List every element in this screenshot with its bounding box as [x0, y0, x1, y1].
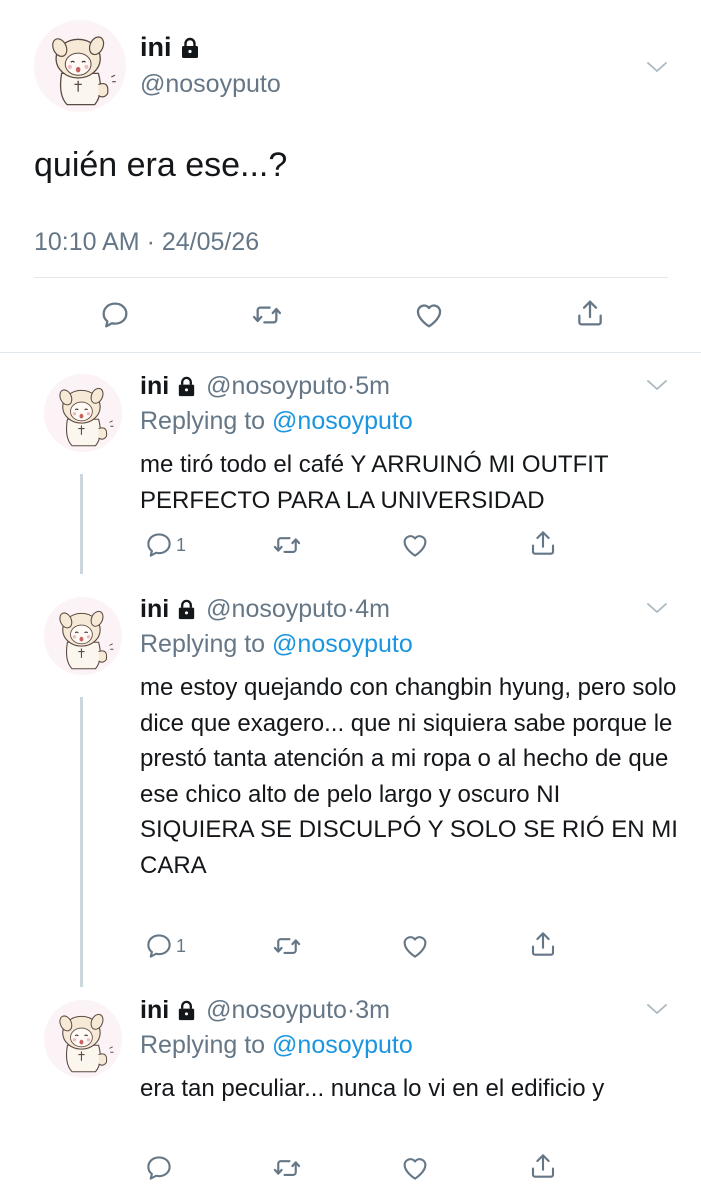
avatar[interactable] [44, 1000, 122, 1078]
retweet-icon [272, 931, 302, 961]
share-icon [574, 297, 606, 329]
like-icon [400, 530, 430, 560]
retweet-icon [272, 530, 302, 560]
replying-to-handle[interactable]: @nosoyputo [272, 1031, 413, 1059]
divider [34, 277, 668, 278]
relative-time[interactable]: 3m [355, 996, 390, 1025]
like-button[interactable] [400, 530, 430, 560]
thread-line [80, 474, 83, 574]
share-icon [528, 1151, 558, 1181]
replying-to-label: Replying to [140, 1031, 266, 1059]
author-row: ini [140, 32, 202, 63]
reply-icon [144, 530, 174, 560]
replying-to: Replying to @nosoyputo [140, 1031, 413, 1060]
share-icon [528, 929, 558, 959]
relative-time[interactable]: 4m [355, 595, 390, 624]
lock-icon [178, 36, 202, 60]
share-button[interactable] [528, 929, 558, 959]
chevron-down-icon[interactable] [646, 601, 668, 615]
reply-icon [99, 299, 131, 331]
separator: · [346, 372, 356, 400]
lock-icon [175, 598, 198, 621]
share-button[interactable] [528, 1151, 558, 1181]
tweet-text: quién era ese...? [34, 146, 288, 184]
separator: · [346, 595, 356, 623]
tweet-text: me estoy quejando con changbin hyung, pe… [140, 674, 678, 879]
tweet-timestamp[interactable]: 10:10 AM · 24/05/26 [34, 228, 259, 257]
display-name[interactable]: ini [140, 595, 169, 624]
divider [0, 352, 701, 353]
author-row: ini @nosoyputo · 5m [140, 372, 390, 401]
like-icon [400, 931, 430, 961]
lock-icon [175, 375, 198, 398]
replying-to-label: Replying to [140, 407, 266, 435]
display-name[interactable]: ini [140, 996, 169, 1025]
relative-time[interactable]: 5m [355, 372, 390, 401]
chevron-down-icon[interactable] [646, 60, 668, 74]
lock-icon [175, 999, 198, 1022]
reply-button[interactable]: 1 [144, 931, 186, 961]
author-row: ini @nosoyputo · 3m [140, 996, 390, 1025]
share-button[interactable] [574, 297, 606, 329]
reply-count: 1 [176, 534, 187, 555]
like-icon [413, 299, 445, 331]
handle[interactable]: @nosoyputo [206, 595, 347, 624]
like-button[interactable] [400, 931, 430, 961]
handle[interactable]: @nosoyputo [140, 70, 281, 99]
chevron-down-icon[interactable] [646, 1002, 668, 1016]
retweet-button[interactable] [251, 299, 283, 331]
replying-to-handle[interactable]: @nosoyputo [272, 630, 413, 658]
retweet-icon [251, 299, 283, 331]
avatar[interactable] [44, 374, 122, 452]
share-button[interactable] [528, 528, 558, 558]
retweet-button[interactable] [272, 1153, 302, 1183]
tweet-text: era tan peculiar... nunca lo vi en el ed… [140, 1075, 605, 1102]
like-button[interactable] [400, 1153, 430, 1183]
separator: · [346, 996, 356, 1024]
reply-count: 1 [176, 935, 187, 956]
reply-icon [144, 1153, 174, 1183]
avatar[interactable] [34, 20, 126, 112]
retweet-button[interactable] [272, 530, 302, 560]
replying-to: Replying to @nosoyputo [140, 407, 413, 436]
replying-to-handle[interactable]: @nosoyputo [272, 407, 413, 435]
thread-line [80, 697, 83, 987]
display-name[interactable]: ini [140, 32, 172, 63]
avatar[interactable] [44, 597, 122, 675]
retweet-icon [272, 1153, 302, 1183]
display-name[interactable]: ini [140, 372, 169, 401]
like-icon [400, 1153, 430, 1183]
chevron-down-icon[interactable] [646, 378, 668, 392]
share-icon [528, 528, 558, 558]
reply-icon [144, 931, 174, 961]
author-row: ini @nosoyputo · 4m [140, 595, 390, 624]
replying-to: Replying to @nosoyputo [140, 630, 413, 659]
reply-button[interactable]: 1 [144, 530, 186, 560]
reply-button[interactable] [99, 299, 131, 331]
retweet-button[interactable] [272, 931, 302, 961]
reply-button[interactable] [144, 1153, 174, 1183]
handle[interactable]: @nosoyputo [206, 996, 347, 1025]
handle[interactable]: @nosoyputo [206, 372, 347, 401]
like-button[interactable] [413, 299, 445, 331]
tweet-text: me tiró todo el café Y ARRUINÓ MI OUTFIT… [140, 451, 609, 514]
replying-to-label: Replying to [140, 630, 266, 658]
